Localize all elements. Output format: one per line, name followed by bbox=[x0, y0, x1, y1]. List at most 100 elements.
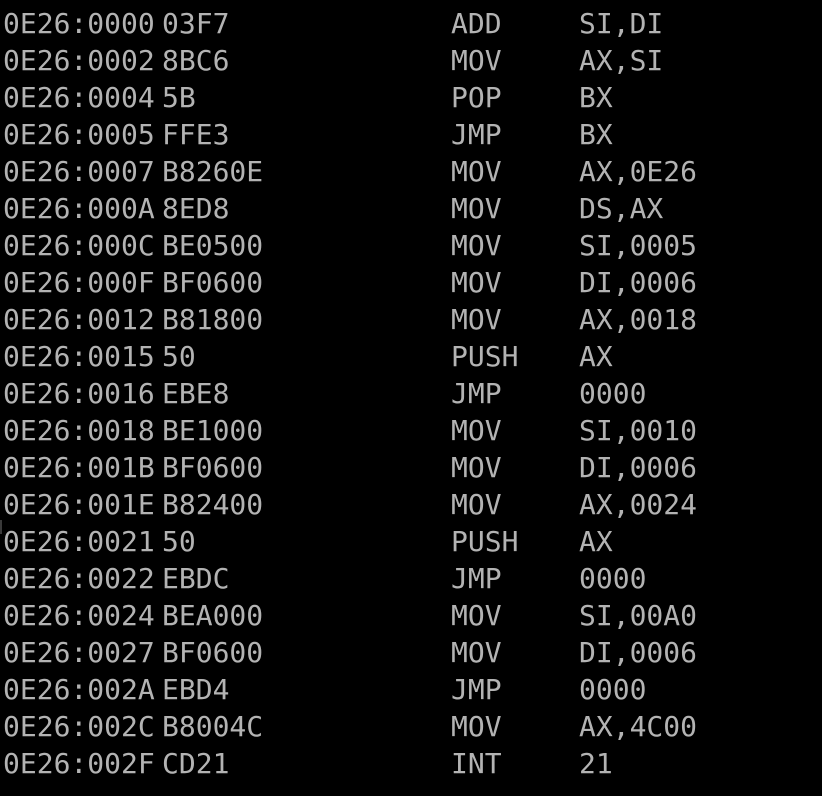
line-bytes: 50 bbox=[162, 340, 196, 373]
line-bytes: 8ED8 bbox=[162, 192, 230, 225]
disassembly-line: 0E26:0000 03F7 ADD SI,DI bbox=[3, 5, 813, 42]
line-mnemonic: MOV bbox=[451, 710, 502, 743]
line-mnemonic: MOV bbox=[451, 266, 502, 299]
line-address: 0E26:002C bbox=[3, 710, 155, 743]
line-mnemonic: ADD bbox=[451, 7, 502, 40]
disassembly-line: 0E26:0016 EBE8 JMP 0000 bbox=[3, 375, 813, 412]
line-bytes: B8004C bbox=[162, 710, 264, 743]
line-bytes: BF0600 bbox=[162, 636, 264, 669]
line-mnemonic: MOV bbox=[451, 155, 502, 188]
console-edge-mark bbox=[0, 520, 2, 534]
line-operands: BX bbox=[579, 118, 613, 151]
line-address: 0E26:0005 bbox=[3, 118, 155, 151]
line-operands: DS,AX bbox=[579, 192, 664, 225]
disassembly-line: 0E26:0005 FFE3 JMP BX bbox=[3, 116, 813, 153]
line-bytes: BF0600 bbox=[162, 266, 264, 299]
line-address: 0E26:002A bbox=[3, 673, 155, 706]
disassembly-line: 0E26:000C BE0500 MOV SI,0005 bbox=[3, 227, 813, 264]
line-mnemonic: MOV bbox=[451, 44, 502, 77]
disassembly-line: 0E26:002F CD21 INT 21 bbox=[3, 745, 813, 782]
line-bytes: 03F7 bbox=[162, 7, 230, 40]
line-bytes: EBDC bbox=[162, 562, 230, 595]
line-bytes: BEA000 bbox=[162, 599, 264, 632]
line-address: 0E26:0002 bbox=[3, 44, 155, 77]
line-address: 0E26:0024 bbox=[3, 599, 155, 632]
disassembly-line: 0E26:0024 BEA000 MOV SI,00A0 bbox=[3, 597, 813, 634]
line-address: 0E26:002F bbox=[3, 747, 155, 780]
line-operands: AX,SI bbox=[579, 44, 664, 77]
line-operands: 0000 bbox=[579, 562, 647, 595]
disassembly-line: 0E26:0012 B81800 MOV AX,0018 bbox=[3, 301, 813, 338]
line-address: 0E26:0007 bbox=[3, 155, 155, 188]
line-bytes: B82400 bbox=[162, 488, 264, 521]
line-mnemonic: POP bbox=[451, 81, 502, 114]
line-address: 0E26:0012 bbox=[3, 303, 155, 336]
line-bytes: BE0500 bbox=[162, 229, 264, 262]
line-address: 0E26:0000 bbox=[3, 7, 155, 40]
line-address: 0E26:001B bbox=[3, 451, 155, 484]
disassembly-listing: 0E26:0000 03F7 ADD SI,DI 0E26:0002 8BC6 … bbox=[3, 5, 813, 782]
line-operands: AX bbox=[579, 340, 613, 373]
line-mnemonic: PUSH bbox=[451, 340, 519, 373]
line-address: 0E26:000A bbox=[3, 192, 155, 225]
line-operands: AX,0018 bbox=[579, 303, 698, 336]
line-mnemonic: MOV bbox=[451, 192, 502, 225]
disassembly-line: 0E26:000F BF0600 MOV DI,0006 bbox=[3, 264, 813, 301]
disassembly-line: 0E26:002A EBD4 JMP 0000 bbox=[3, 671, 813, 708]
line-operands: AX,0E26 bbox=[579, 155, 698, 188]
line-mnemonic: MOV bbox=[451, 229, 502, 262]
line-bytes: EBD4 bbox=[162, 673, 230, 706]
line-bytes: BF0600 bbox=[162, 451, 264, 484]
line-bytes: BE1000 bbox=[162, 414, 264, 447]
line-address: 0E26:0027 bbox=[3, 636, 155, 669]
disassembly-line: 0E26:002C B8004C MOV AX,4C00 bbox=[3, 708, 813, 745]
line-address: 0E26:0022 bbox=[3, 562, 155, 595]
disassembly-line: 0E26:0002 8BC6 MOV AX,SI bbox=[3, 42, 813, 79]
line-mnemonic: JMP bbox=[451, 562, 502, 595]
disassembly-line: 0E26:0004 5B POP BX bbox=[3, 79, 813, 116]
line-mnemonic: JMP bbox=[451, 377, 502, 410]
line-mnemonic: JMP bbox=[451, 673, 502, 706]
line-bytes: FFE3 bbox=[162, 118, 230, 151]
line-bytes: EBE8 bbox=[162, 377, 230, 410]
line-bytes: B8260E bbox=[162, 155, 264, 188]
line-mnemonic: MOV bbox=[451, 451, 502, 484]
line-address: 0E26:0015 bbox=[3, 340, 155, 373]
line-mnemonic: INT bbox=[451, 747, 502, 780]
line-address: 0E26:0004 bbox=[3, 81, 155, 114]
line-address: 0E26:0018 bbox=[3, 414, 155, 447]
line-bytes: 50 bbox=[162, 525, 196, 558]
line-bytes: 8BC6 bbox=[162, 44, 230, 77]
line-operands: SI,00A0 bbox=[579, 599, 698, 632]
line-mnemonic: MOV bbox=[451, 303, 502, 336]
disassembly-line: 0E26:001B BF0600 MOV DI,0006 bbox=[3, 449, 813, 486]
disassembly-line: 0E26:0018 BE1000 MOV SI,0010 bbox=[3, 412, 813, 449]
line-operands: SI,DI bbox=[579, 7, 664, 40]
line-bytes: 5B bbox=[162, 81, 196, 114]
line-address: 0E26:000C bbox=[3, 229, 155, 262]
line-operands: SI,0005 bbox=[579, 229, 698, 262]
line-operands: 0000 bbox=[579, 377, 647, 410]
disassembly-line: 0E26:0021 50 PUSH AX bbox=[3, 523, 813, 560]
line-address: 0E26:0021 bbox=[3, 525, 155, 558]
disassembly-line: 0E26:0027 BF0600 MOV DI,0006 bbox=[3, 634, 813, 671]
line-operands: 0000 bbox=[579, 673, 647, 706]
disassembly-line: 0E26:0022 EBDC JMP 0000 bbox=[3, 560, 813, 597]
line-mnemonic: MOV bbox=[451, 488, 502, 521]
line-operands: AX,4C00 bbox=[579, 710, 698, 743]
line-operands: 21 bbox=[579, 747, 613, 780]
line-address: 0E26:001E bbox=[3, 488, 155, 521]
line-operands: AX,0024 bbox=[579, 488, 698, 521]
line-mnemonic: PUSH bbox=[451, 525, 519, 558]
disassembly-line: 0E26:0007 B8260E MOV AX,0E26 bbox=[3, 153, 813, 190]
disassembly-line: 0E26:000A 8ED8 MOV DS,AX bbox=[3, 190, 813, 227]
line-address: 0E26:0016 bbox=[3, 377, 155, 410]
disassembly-console[interactable]: 0E26:0000 03F7 ADD SI,DI 0E26:0002 8BC6 … bbox=[0, 0, 822, 796]
disassembly-line: 0E26:0015 50 PUSH AX bbox=[3, 338, 813, 375]
line-bytes: CD21 bbox=[162, 747, 230, 780]
line-address: 0E26:000F bbox=[3, 266, 155, 299]
disassembly-line: 0E26:001E B82400 MOV AX,0024 bbox=[3, 486, 813, 523]
line-mnemonic: MOV bbox=[451, 636, 502, 669]
line-operands: DI,0006 bbox=[579, 636, 698, 669]
line-operands: BX bbox=[579, 81, 613, 114]
